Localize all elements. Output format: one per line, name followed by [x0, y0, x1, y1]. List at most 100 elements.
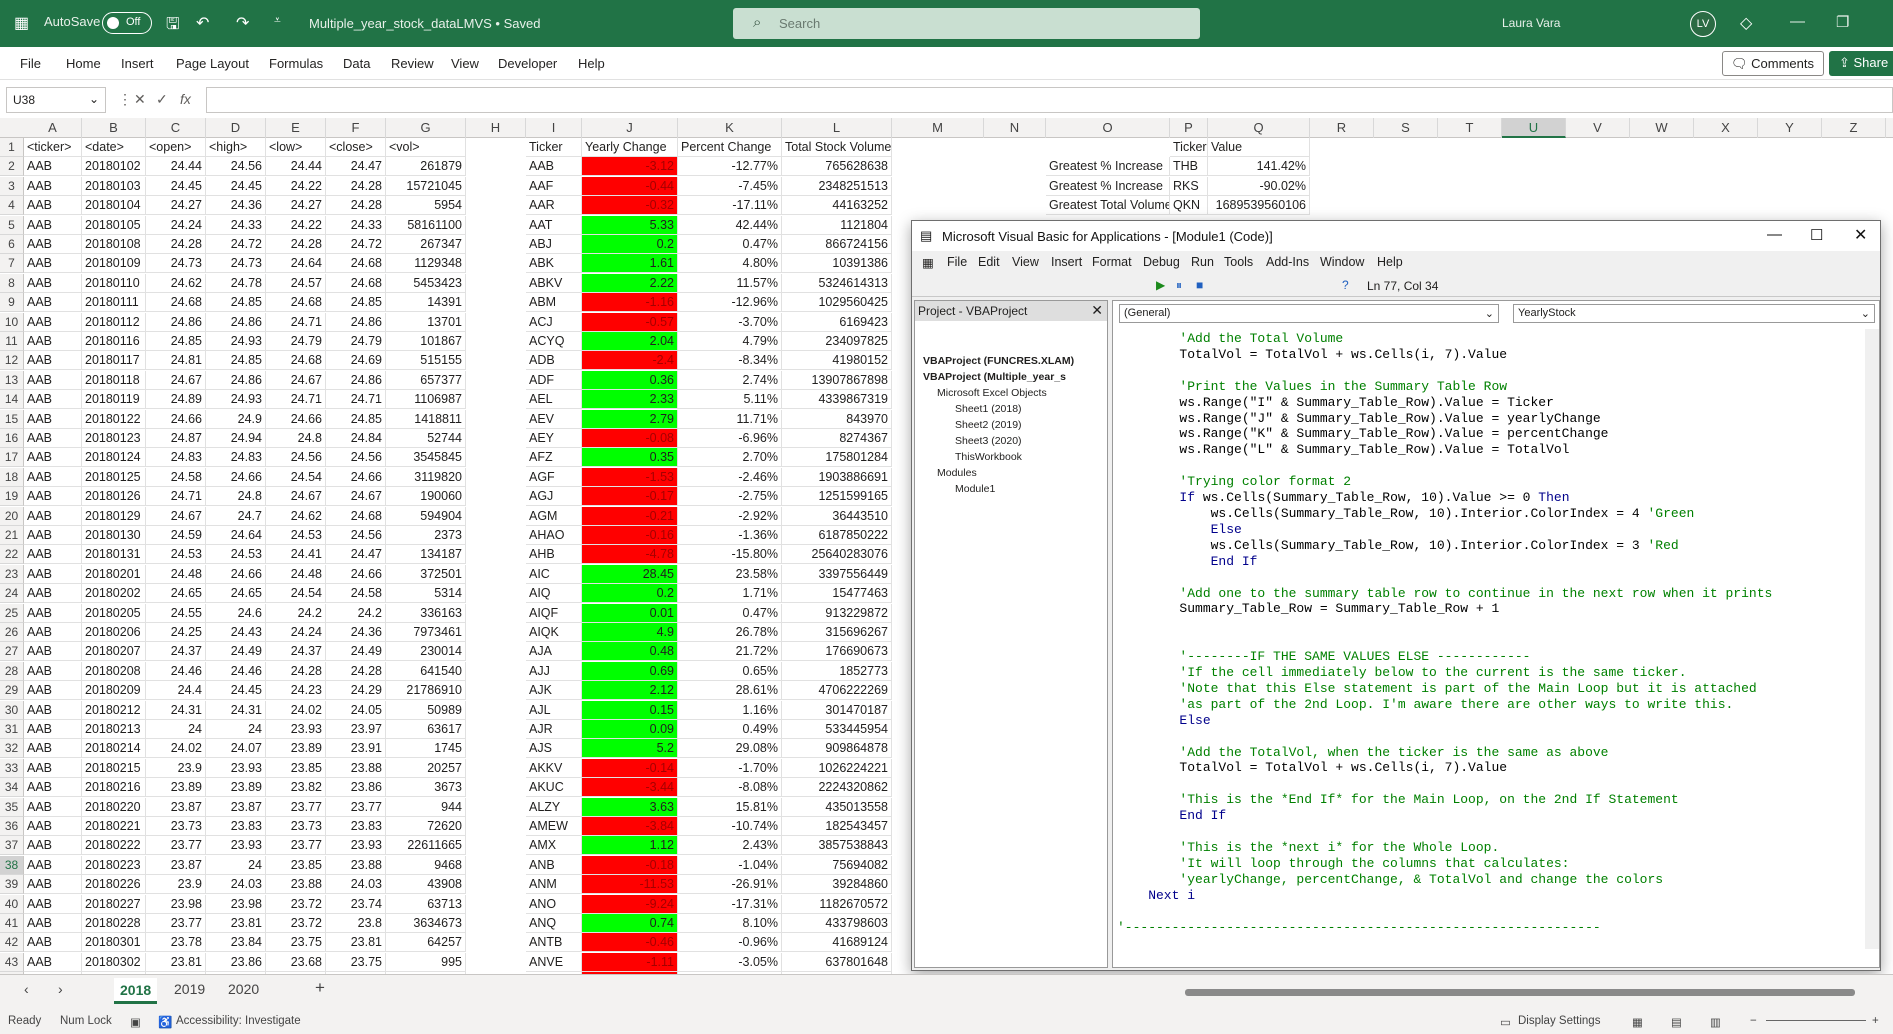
row-header[interactable]: 13 — [0, 370, 24, 390]
code-line[interactable]: End If — [1117, 808, 1852, 824]
close-icon[interactable]: ✕ — [1854, 225, 1867, 245]
table-cell[interactable]: 23.9 — [146, 758, 206, 778]
tree-item-sheet1[interactable]: Sheet1 (2018) — [955, 403, 1022, 415]
code-line[interactable]: ws.Range("I" & Summary_Table_Row).Value … — [1117, 395, 1852, 411]
table-cell[interactable]: 24.31 — [146, 700, 206, 720]
table-cell[interactable]: 20180110 — [82, 273, 146, 293]
table-cell[interactable]: AAB — [24, 467, 82, 487]
table-cell[interactable]: AIQ — [526, 584, 582, 604]
table-cell[interactable]: 24.57 — [266, 273, 326, 293]
table-cell[interactable]: 24.47 — [326, 545, 386, 565]
object-dropdown[interactable]: (General) ⌄ — [1119, 304, 1499, 323]
table-cell[interactable]: -7.45% — [678, 176, 782, 196]
column-header[interactable]: W — [1630, 118, 1694, 138]
table-cell[interactable]: 20180122 — [82, 409, 146, 429]
table-cell[interactable]: -3.44 — [582, 778, 678, 798]
table-cell[interactable]: -8.34% — [678, 351, 782, 371]
macro-icon[interactable]: ▣ — [130, 1015, 141, 1029]
table-cell[interactable]: 24.48 — [146, 564, 206, 584]
sheet-tab-2019[interactable]: 2019 — [174, 981, 205, 997]
table-cell[interactable]: 24.54 — [266, 467, 326, 487]
code-line[interactable] — [1117, 904, 1852, 920]
table-cell[interactable]: -0.96% — [678, 933, 782, 953]
tab-page-layout[interactable]: Page Layout — [176, 56, 249, 71]
row-header[interactable]: 17 — [0, 448, 24, 468]
table-cell[interactable]: 24.56 — [326, 448, 386, 468]
table-cell[interactable]: 2.70% — [678, 448, 782, 468]
summary-value[interactable]: Value — [1208, 138, 1310, 157]
table-cell[interactable]: 2.04 — [582, 332, 678, 351]
table-cell[interactable]: 15.81% — [678, 797, 782, 817]
table-cell[interactable]: 24.8 — [206, 487, 266, 507]
column-header[interactable]: M — [892, 118, 984, 138]
header-cell[interactable]: <low> — [266, 138, 326, 157]
table-cell[interactable]: 21786910 — [386, 681, 466, 701]
code-line[interactable]: Summary_Table_Row = Summary_Table_Row + … — [1117, 601, 1852, 617]
table-cell[interactable]: AAB — [24, 332, 82, 351]
table-cell[interactable]: AMX — [526, 836, 582, 856]
table-cell[interactable]: 1.12 — [582, 836, 678, 856]
table-cell[interactable]: 24.93 — [206, 390, 266, 410]
table-cell[interactable]: -1.70% — [678, 758, 782, 778]
procedure-dropdown[interactable]: YearlyStock ⌄ — [1513, 304, 1875, 323]
table-cell[interactable]: 11.71% — [678, 409, 782, 429]
autosave-toggle[interactable]: Off — [102, 12, 152, 34]
vbe-menu-file[interactable]: File — [947, 255, 967, 269]
table-cell[interactable]: 23.82 — [266, 778, 326, 798]
table-cell[interactable]: 5.33 — [582, 215, 678, 235]
tab-help[interactable]: Help — [578, 56, 605, 71]
code-line[interactable] — [1117, 458, 1852, 474]
table-cell[interactable]: -8.08% — [678, 778, 782, 798]
table-cell[interactable]: AAB — [24, 623, 82, 642]
table-cell[interactable]: ACYQ — [526, 332, 582, 351]
table-cell[interactable]: AKUC — [526, 778, 582, 798]
table-cell[interactable]: 4.79% — [678, 332, 782, 351]
table-cell[interactable]: 24.85 — [206, 293, 266, 313]
table-cell[interactable]: 20180111 — [82, 293, 146, 313]
row-header[interactable]: 34 — [0, 778, 24, 798]
table-cell[interactable]: 2.22 — [582, 273, 678, 293]
table-cell[interactable]: 2.43% — [678, 836, 782, 856]
table-cell[interactable]: 20180202 — [82, 584, 146, 604]
vbe-menu-window[interactable]: Window — [1320, 255, 1364, 269]
table-cell[interactable]: 20180220 — [82, 797, 146, 817]
sheet-prev-icon[interactable]: ‹ — [24, 981, 29, 997]
page-break-view-icon[interactable]: ▥ — [1710, 1015, 1721, 1029]
table-cell[interactable]: ADF — [526, 370, 582, 390]
zoom-out-icon[interactable]: − — [1750, 1015, 1757, 1027]
table-cell[interactable]: AAB — [24, 584, 82, 604]
table-cell[interactable]: 24.86 — [206, 312, 266, 332]
table-cell[interactable]: 24.59 — [146, 526, 206, 545]
table-cell[interactable]: 24.83 — [206, 448, 266, 468]
row-header[interactable]: 5 — [0, 215, 24, 235]
table-cell[interactable]: AAB — [24, 390, 82, 410]
table-cell[interactable]: AAB — [24, 875, 82, 895]
table-cell[interactable]: 24.71 — [146, 487, 206, 507]
table-cell[interactable]: 24.4 — [146, 681, 206, 701]
table-cell[interactable]: 24.67 — [326, 487, 386, 507]
table-cell[interactable]: 58161100 — [386, 215, 466, 235]
table-cell[interactable]: 24.28 — [146, 235, 206, 254]
table-cell[interactable]: 24.66 — [206, 467, 266, 487]
table-cell[interactable]: -12.96% — [678, 293, 782, 313]
tab-developer[interactable]: Developer — [498, 56, 557, 71]
table-cell[interactable]: 24.54 — [266, 584, 326, 604]
table-cell[interactable]: 20180302 — [82, 952, 146, 972]
table-cell[interactable]: 435013558 — [782, 797, 892, 817]
table-cell[interactable]: 20180222 — [82, 836, 146, 856]
horizontal-scrollbar[interactable] — [1185, 989, 1855, 996]
table-cell[interactable]: 24.85 — [146, 332, 206, 351]
table-cell[interactable]: AGM — [526, 506, 582, 526]
table-cell[interactable]: -1.53 — [582, 467, 678, 487]
table-cell[interactable]: -1.16 — [582, 293, 678, 313]
table-cell[interactable]: 23.83 — [326, 817, 386, 836]
vba-editor-window[interactable]: ▤ Microsoft Visual Basic for Application… — [911, 220, 1881, 971]
table-cell[interactable]: AAB — [24, 797, 82, 817]
table-cell[interactable]: -15.80% — [678, 545, 782, 565]
summary-value[interactable]: -90.02% — [1208, 176, 1310, 196]
table-cell[interactable]: 301470187 — [782, 700, 892, 720]
table-cell[interactable]: 24.66 — [266, 409, 326, 429]
table-cell[interactable]: 0.09 — [582, 720, 678, 739]
table-cell[interactable]: 1106987 — [386, 390, 466, 410]
row-header[interactable]: 19 — [0, 487, 24, 507]
